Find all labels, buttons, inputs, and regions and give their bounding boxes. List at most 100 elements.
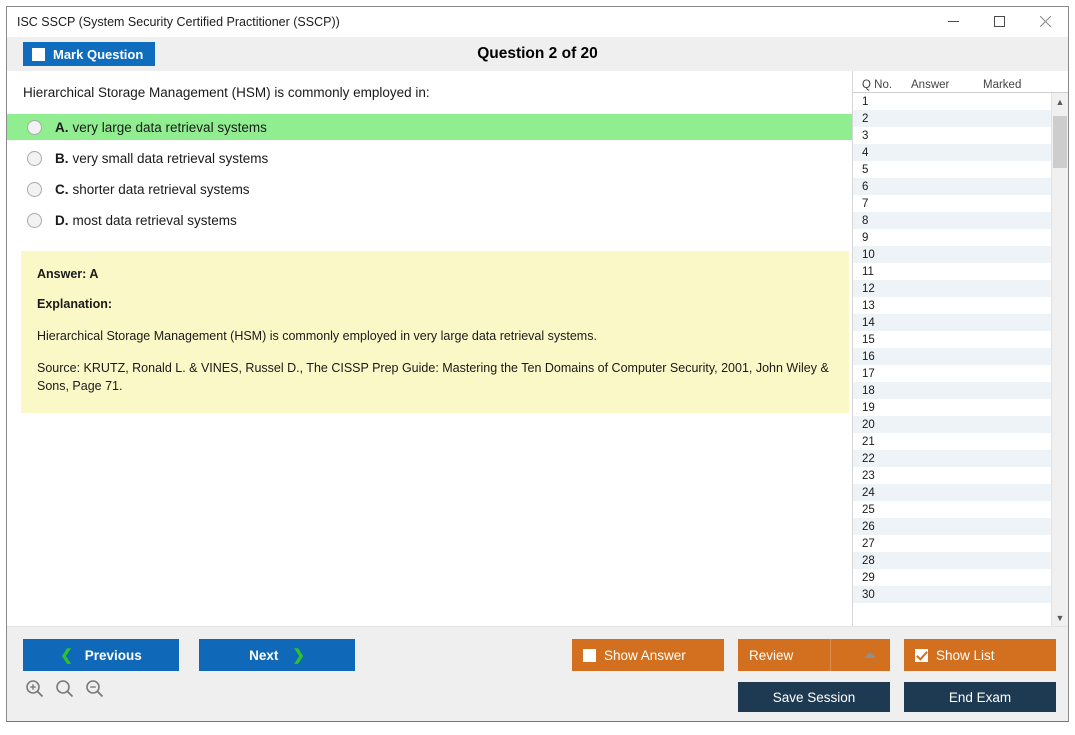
question-list-row[interactable]: 6 bbox=[853, 178, 1051, 195]
answer-options-list: A. very large data retrieval systems B. … bbox=[7, 114, 852, 233]
question-list-row[interactable]: 14 bbox=[853, 314, 1051, 331]
option-text-d: most data retrieval systems bbox=[72, 212, 237, 228]
end-exam-label: End Exam bbox=[948, 689, 1012, 705]
radio-c[interactable] bbox=[27, 181, 42, 197]
show-answer-checkbox[interactable] bbox=[583, 648, 596, 662]
question-list-row[interactable]: 1 bbox=[853, 93, 1051, 110]
question-row-number: 8 bbox=[862, 214, 869, 227]
zoom-reset-icon[interactable] bbox=[55, 679, 74, 698]
question-list-row[interactable]: 24 bbox=[853, 484, 1051, 501]
question-list-row[interactable]: 8 bbox=[853, 212, 1051, 229]
explanation-label: Explanation: bbox=[37, 297, 113, 311]
mark-question-checkbox[interactable] bbox=[32, 47, 45, 61]
radio-b[interactable] bbox=[27, 150, 42, 166]
question-row-number: 22 bbox=[862, 452, 875, 465]
question-list-row[interactable]: 4 bbox=[853, 144, 1051, 161]
scroll-track[interactable] bbox=[1052, 110, 1068, 609]
scroll-down-icon[interactable]: ▼ bbox=[1052, 609, 1068, 626]
question-list-row[interactable]: 5 bbox=[853, 161, 1051, 178]
radio-a[interactable] bbox=[27, 119, 42, 135]
radio-d[interactable] bbox=[27, 212, 42, 228]
previous-label: Previous bbox=[84, 647, 142, 663]
exam-window: ISC SSCP (System Security Certified Prac… bbox=[6, 6, 1069, 722]
question-list-row[interactable]: 15 bbox=[853, 331, 1051, 348]
show-list-checkbox[interactable] bbox=[915, 648, 928, 662]
minimize-icon[interactable] bbox=[930, 7, 976, 37]
title-bar: ISC SSCP (System Security Certified Prac… bbox=[7, 7, 1068, 37]
question-list-row[interactable]: 27 bbox=[853, 535, 1051, 552]
question-list-row[interactable]: 25 bbox=[853, 501, 1051, 518]
zoom-out-icon[interactable] bbox=[85, 679, 104, 698]
option-letter-c: C. bbox=[55, 181, 69, 197]
column-header-marked: Marked bbox=[983, 78, 1022, 91]
question-list-row[interactable]: 16 bbox=[853, 348, 1051, 365]
question-list-scroll-area: 1 2 3 4 5 6 7 8 9 10 11 12 13 14 15 16 17 18 19 20 21 22 23 24 2… bbox=[853, 93, 1068, 626]
option-text-b: very small data retrieval systems bbox=[72, 150, 269, 166]
answer-option-c[interactable]: C. shorter data retrieval systems bbox=[7, 176, 852, 202]
close-icon[interactable] bbox=[1022, 7, 1068, 37]
chevron-right-icon: ❯ bbox=[292, 647, 305, 664]
question-list-row[interactable]: 11 bbox=[853, 263, 1051, 280]
question-list-row[interactable]: 17 bbox=[853, 365, 1051, 382]
question-list-row[interactable]: 12 bbox=[853, 280, 1051, 297]
question-list-row[interactable]: 13 bbox=[853, 297, 1051, 314]
question-list-row[interactable]: 19 bbox=[853, 399, 1051, 416]
maximize-icon[interactable] bbox=[976, 7, 1022, 37]
save-session-label: Save Session bbox=[772, 689, 856, 705]
mark-question-button[interactable]: Mark Question bbox=[23, 42, 156, 66]
scroll-up-icon[interactable]: ▲ bbox=[1052, 93, 1068, 110]
chevron-up-icon bbox=[864, 652, 876, 658]
question-row-number: 19 bbox=[862, 401, 875, 414]
question-list-row[interactable]: 9 bbox=[853, 229, 1051, 246]
zoom-in-icon[interactable] bbox=[25, 679, 44, 698]
question-counter: Question 2 of 20 bbox=[477, 45, 598, 62]
answer-option-a[interactable]: A. very large data retrieval systems bbox=[7, 114, 852, 140]
question-list-row[interactable]: 23 bbox=[853, 467, 1051, 484]
save-session-button[interactable]: Save Session bbox=[738, 682, 890, 712]
answer-option-b[interactable]: B. very small data retrieval systems bbox=[7, 145, 852, 171]
question-list-row[interactable]: 7 bbox=[853, 195, 1051, 212]
question-list-row[interactable]: 29 bbox=[853, 569, 1051, 586]
scroll-thumb[interactable] bbox=[1053, 116, 1067, 168]
question-list-row[interactable]: 18 bbox=[853, 382, 1051, 399]
question-text: Hierarchical Storage Management (HSM) is… bbox=[23, 85, 430, 100]
show-answer-button[interactable]: Show Answer bbox=[572, 639, 724, 671]
question-list-row[interactable]: 30 bbox=[853, 586, 1051, 603]
review-dropdown[interactable]: Review bbox=[738, 639, 890, 671]
question-list-panel: Q No. Answer Marked 1 2 3 4 5 6 7 8 9 10 11 12 13 14 1… bbox=[852, 71, 1068, 626]
question-content-pane: Hierarchical Storage Management (HSM) is… bbox=[7, 71, 852, 626]
question-list-row[interactable]: 26 bbox=[853, 518, 1051, 535]
question-row-number: 29 bbox=[862, 571, 875, 584]
show-answer-label: Show Answer bbox=[604, 647, 686, 663]
question-list-row[interactable]: 3 bbox=[853, 127, 1051, 144]
question-list-row[interactable]: 2 bbox=[853, 110, 1051, 127]
question-list-row[interactable]: 10 bbox=[853, 246, 1051, 263]
question-list-row[interactable]: 21 bbox=[853, 433, 1051, 450]
show-list-button[interactable]: Show List bbox=[904, 639, 1056, 671]
next-button[interactable]: Next ❯ bbox=[199, 639, 355, 671]
mark-question-label: Mark Question bbox=[53, 46, 144, 62]
question-row-number: 15 bbox=[862, 333, 875, 346]
answer-label: Answer: A bbox=[37, 267, 99, 281]
question-list-row[interactable]: 28 bbox=[853, 552, 1051, 569]
option-letter-b: B. bbox=[55, 150, 69, 166]
review-separator bbox=[830, 639, 831, 671]
question-row-number: 17 bbox=[862, 367, 875, 380]
question-row-number: 13 bbox=[862, 299, 875, 312]
answer-option-d[interactable]: D. most data retrieval systems bbox=[7, 207, 852, 233]
question-list-row[interactable]: 20 bbox=[853, 416, 1051, 433]
next-label: Next bbox=[249, 647, 279, 663]
question-list-scrollbar[interactable]: ▲ ▼ bbox=[1051, 93, 1068, 626]
question-row-number: 21 bbox=[862, 435, 875, 448]
zoom-controls bbox=[25, 679, 104, 698]
previous-button[interactable]: ❮ Previous bbox=[23, 639, 179, 671]
question-row-number: 5 bbox=[862, 163, 869, 176]
question-row-number: 26 bbox=[862, 520, 875, 533]
column-header-answer: Answer bbox=[911, 78, 950, 91]
question-list-row[interactable]: 22 bbox=[853, 450, 1051, 467]
question-row-number: 24 bbox=[862, 486, 875, 499]
option-text-c: shorter data retrieval systems bbox=[72, 181, 250, 197]
question-row-number: 14 bbox=[862, 316, 875, 329]
end-exam-button[interactable]: End Exam bbox=[904, 682, 1056, 712]
window-title: ISC SSCP (System Security Certified Prac… bbox=[17, 14, 340, 29]
